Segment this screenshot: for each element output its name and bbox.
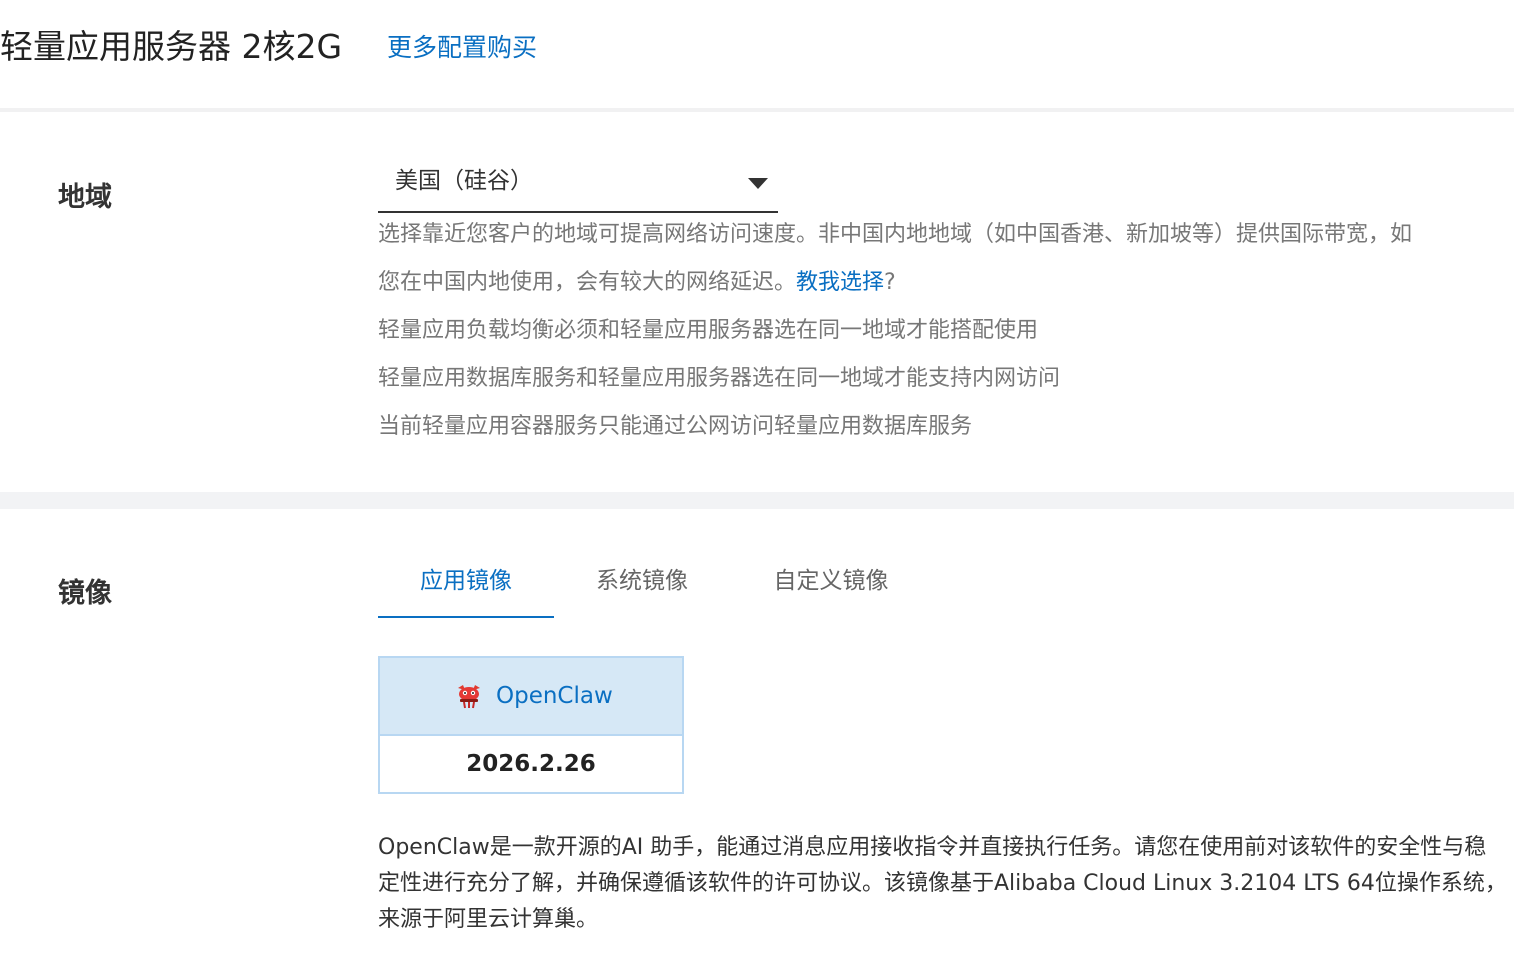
lobster-icon (458, 685, 480, 709)
region-note: 轻量应用数据库服务和轻量应用服务器选在同一地域才能支持内网访问 (378, 366, 1061, 391)
region-select-value: 美国（硅谷） (395, 168, 533, 194)
region-label: 地域 (58, 182, 112, 213)
region-note: 轻量应用负载均衡必须和轻量应用服务器选在同一地域才能搭配使用 (378, 318, 1039, 343)
tab-custom-image[interactable]: 自定义镜像 (754, 562, 908, 616)
image-card-name: OpenClaw (496, 683, 613, 709)
page-title: 轻量应用服务器 2核2G (0, 27, 343, 66)
region-desc-line2: 您在中国内地使用，会有较大的网络延迟。教我选择? (378, 266, 896, 300)
region-note: 当前轻量应用容器服务只能通过公网访问轻量应用数据库服务 (378, 414, 973, 439)
more-config-link[interactable]: 更多配置购买 (387, 30, 537, 66)
image-label: 镜像 (58, 578, 112, 609)
question-mark: ? (884, 270, 896, 295)
header-divider (0, 108, 1514, 112)
image-version-select[interactable]: 2026.2.26 (380, 736, 682, 792)
page-header: 轻量应用服务器 2核2G 更多配置购买 (0, 0, 1514, 110)
tab-app-image[interactable]: 应用镜像 (378, 562, 554, 618)
region-desc-line2-text: 您在中国内地使用，会有较大的网络延迟。 (378, 270, 797, 295)
openclaw-image-card[interactable]: OpenClaw 2026.2.26 (378, 656, 684, 794)
teach-me-choose-link[interactable]: 教我选择 (796, 270, 884, 295)
image-description: OpenClaw是一款开源的AI 助手，能通过消息应用接收指令并直接执行任务。请… (378, 835, 1507, 932)
region-desc-line1: 选择靠近您客户的地域可提高网络访问速度。非中国内地地域（如中国香港、新加坡等）提… (378, 222, 1413, 247)
image-card-header[interactable]: OpenClaw (380, 658, 682, 736)
caret-down-icon (748, 178, 768, 189)
tab-system-image[interactable]: 系统镜像 (572, 562, 712, 616)
section-divider (0, 492, 1514, 509)
region-select[interactable]: 美国（硅谷） (378, 156, 778, 213)
